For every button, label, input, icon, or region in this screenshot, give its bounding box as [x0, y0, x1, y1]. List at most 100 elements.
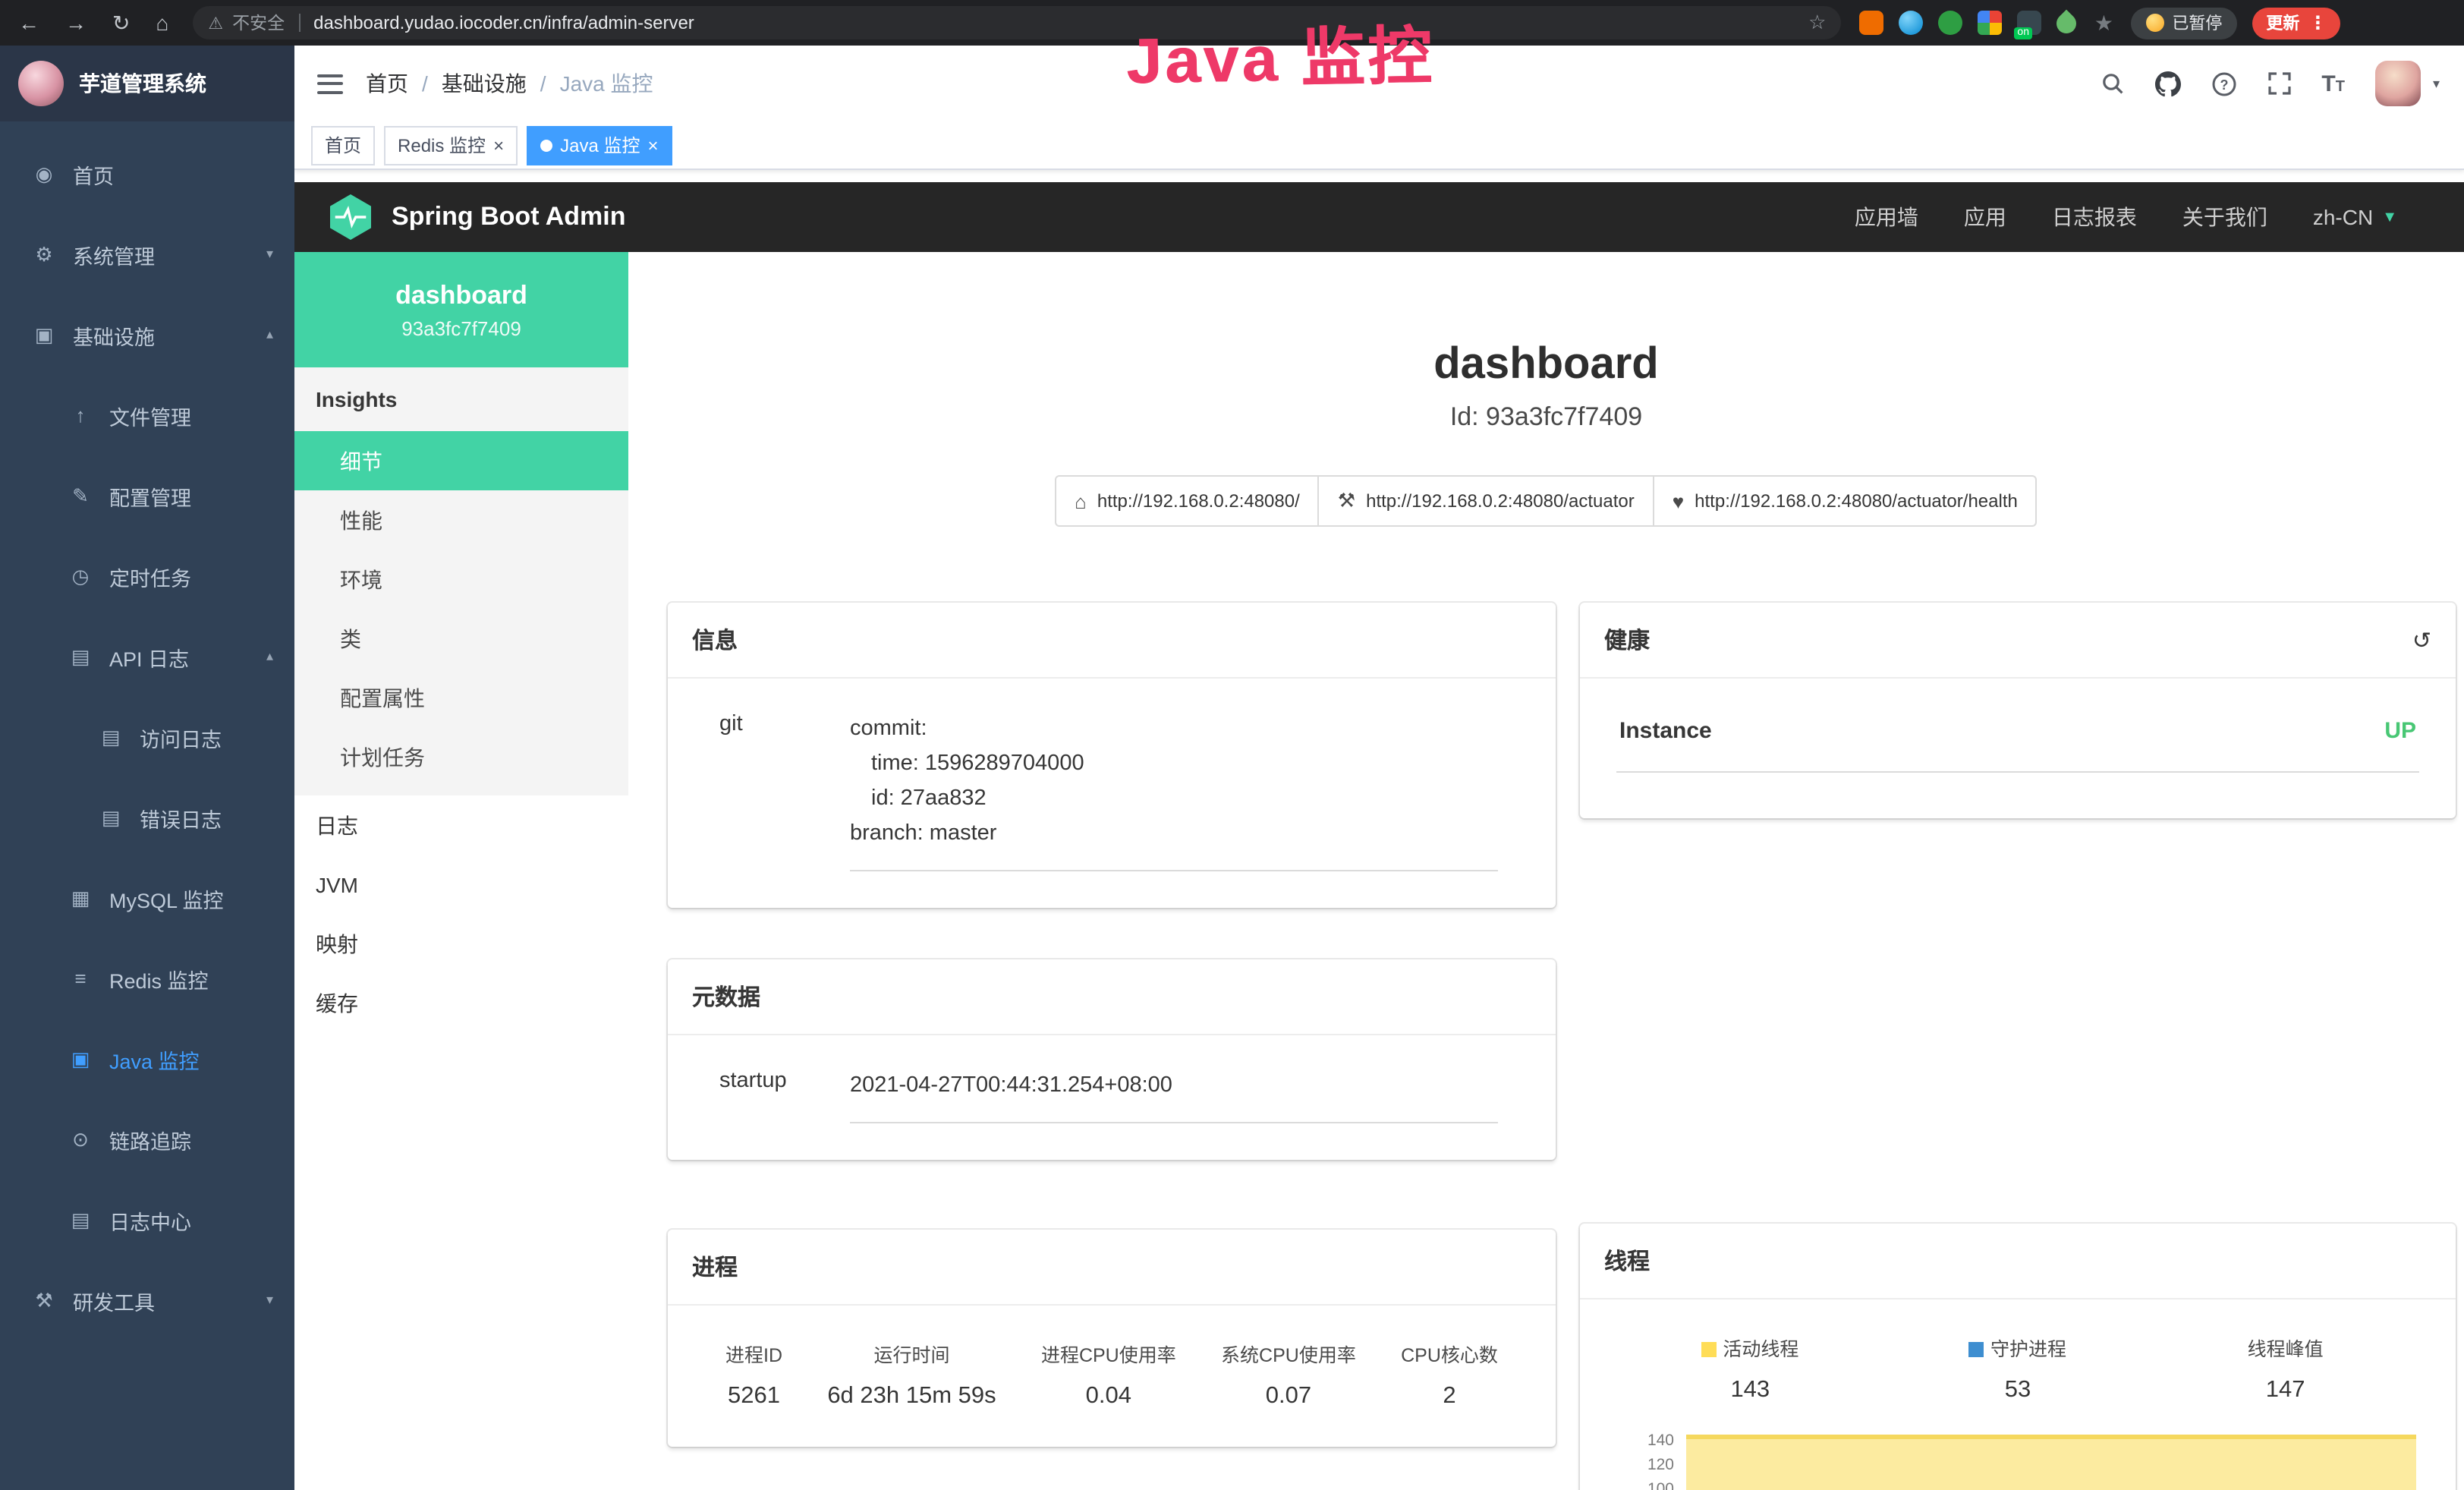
- tab-home[interactable]: 首页: [311, 125, 375, 165]
- extension-icon-grid[interactable]: [1978, 11, 2002, 35]
- cards-grid: 信息 git commit: time: 1596289704000 id: 2…: [628, 603, 2464, 1490]
- help-icon[interactable]: ?: [2211, 71, 2236, 96]
- stat-system-cpu: 系统CPU使用率0.07: [1221, 1339, 1356, 1410]
- address-bar[interactable]: ⚠ 不安全 dashboard.yudao.iocoder.cn/infra/a…: [193, 6, 1841, 39]
- tab-java-monitor[interactable]: Java 监控×: [527, 125, 672, 165]
- app-logo[interactable]: 芋道管理系统: [0, 46, 294, 121]
- extension-icon-leaf[interactable]: [2053, 9, 2081, 37]
- wrench-icon: ⚒: [1338, 489, 1355, 513]
- sidebar-item-redis[interactable]: ≡Redis 监控: [0, 938, 294, 1019]
- sba-item-jvm[interactable]: JVM: [294, 855, 628, 914]
- sba-item-details[interactable]: 细节: [294, 431, 628, 490]
- sba-item-mappings[interactable]: 映射: [294, 914, 628, 973]
- document-icon: ▤: [97, 725, 124, 749]
- security-label: 不安全: [232, 11, 285, 35]
- active-dot-icon: [540, 139, 552, 151]
- sba-item-classes[interactable]: 类: [294, 609, 628, 668]
- bookmark-star-icon[interactable]: ☆: [1808, 11, 1826, 35]
- sba-item-environment[interactable]: 环境: [294, 550, 628, 609]
- sidebar-item-api-logs[interactable]: ▤API 日志▴: [0, 616, 294, 697]
- info-card: 信息 git commit: time: 1596289704000 id: 2…: [668, 603, 1556, 908]
- breadcrumb-home[interactable]: 首页: [366, 68, 408, 99]
- close-icon[interactable]: ×: [493, 136, 504, 154]
- sba-item-scheduled-tasks[interactable]: 计划任务: [294, 727, 628, 786]
- stat-uptime: 运行时间6d 23h 15m 59s: [827, 1339, 996, 1410]
- sidebar-item-system[interactable]: ⚙系统管理▾: [0, 214, 294, 295]
- health-card-title: 健康: [1604, 624, 1650, 656]
- sidebar-item-access-log[interactable]: ▤访问日志: [0, 697, 294, 777]
- sba-app-id: 93a3fc7f7409: [401, 317, 521, 339]
- search-icon[interactable]: [2100, 71, 2124, 96]
- extension-icon-proxy[interactable]: on: [2017, 11, 2041, 35]
- sidebar-item-config[interactable]: ✎配置管理: [0, 455, 294, 536]
- sba-item-metrics[interactable]: 性能: [294, 490, 628, 550]
- update-button[interactable]: 更新 ⋮: [2252, 7, 2340, 39]
- link-health-url[interactable]: ♥http://192.168.0.2:48080/actuator/healt…: [1653, 475, 2038, 527]
- sba-item-configprops[interactable]: 配置属性: [294, 668, 628, 727]
- stat-cpu-cores: CPU核心数2: [1401, 1339, 1498, 1410]
- proxy-on-badge: on: [2014, 27, 2032, 39]
- reload-icon[interactable]: ↻: [112, 10, 130, 36]
- extension-icon-star[interactable]: ★: [2091, 11, 2116, 35]
- annotation-java-monitor: Java 监控: [1125, 5, 1435, 102]
- paused-badge[interactable]: 已暂停: [2131, 7, 2237, 39]
- sba-item-logs[interactable]: 日志: [294, 795, 628, 855]
- sidebar-item-jobs[interactable]: ◷定时任务: [0, 536, 294, 616]
- locale-select[interactable]: zh-CN ▼: [2313, 205, 2397, 229]
- chart-plot-area: [1686, 1435, 2416, 1490]
- back-icon[interactable]: ←: [18, 11, 39, 35]
- history-icon[interactable]: ↺: [2412, 626, 2431, 654]
- sba-nav-applications[interactable]: 应用: [1964, 202, 2006, 232]
- font-size-icon[interactable]: TT: [2321, 71, 2345, 96]
- sidebar-item-log-center[interactable]: ▤日志中心: [0, 1180, 294, 1260]
- sidebar-item-mysql[interactable]: ▦MySQL 监控: [0, 858, 294, 938]
- extension-icon-1[interactable]: [1859, 11, 1883, 35]
- sba-nav-journal[interactable]: 日志报表: [2052, 202, 2137, 232]
- sba-brand[interactable]: Spring Boot Admin: [294, 194, 626, 240]
- sidebar-item-java-monitor[interactable]: ▣Java 监控: [0, 1019, 294, 1099]
- sba-app-header[interactable]: dashboard 93a3fc7f7409: [294, 252, 628, 367]
- warning-icon: ⚠: [208, 13, 223, 33]
- fullscreen-icon[interactable]: [2267, 71, 2291, 96]
- sidebar-item-tracing[interactable]: ⊙链路追踪: [0, 1099, 294, 1180]
- info-value: commit: time: 1596289704000 id: 27aa832 …: [850, 712, 1498, 871]
- browser-home-icon[interactable]: ⌂: [156, 11, 168, 35]
- extension-icon-3[interactable]: [1938, 11, 1962, 35]
- sidebar-item-files[interactable]: ↑文件管理: [0, 375, 294, 455]
- hamburger-icon[interactable]: [317, 74, 343, 93]
- sidebar-item-home[interactable]: ◉首页: [0, 134, 294, 214]
- logo-image: [18, 61, 64, 106]
- sidebar-item-error-log[interactable]: ▤错误日志: [0, 777, 294, 858]
- user-avatar[interactable]: [2375, 61, 2421, 106]
- close-icon[interactable]: ×: [647, 136, 658, 154]
- sidebar-item-infra[interactable]: ▣基础设施▴: [0, 295, 294, 375]
- browser-nav-buttons: ← → ↻ ⌂: [0, 10, 193, 36]
- sba-nav-about[interactable]: 关于我们: [2182, 202, 2267, 232]
- yellow-square-icon: [1701, 1342, 1717, 1357]
- database-icon: ▦: [67, 886, 94, 910]
- health-instance-row[interactable]: Instance UP: [1616, 712, 2419, 773]
- forward-icon[interactable]: →: [65, 11, 87, 35]
- page-title: dashboard: [628, 340, 2464, 390]
- chevron-up-icon: ▴: [266, 648, 273, 665]
- link-actuator-url[interactable]: ⚒http://192.168.0.2:48080/actuator: [1318, 475, 1654, 527]
- home-icon: ⌂: [1075, 490, 1087, 512]
- metadata-card: 元数据 startup 2021-04-27T00:44:31.254+08:0…: [668, 959, 1556, 1160]
- y-axis-ticks: 140 120 100: [1616, 1429, 1674, 1490]
- stat-pid: 进程ID5261: [725, 1339, 782, 1410]
- document-icon: ▤: [67, 644, 94, 669]
- tab-redis-monitor[interactable]: Redis 监控×: [384, 125, 518, 165]
- github-icon[interactable]: [2154, 71, 2180, 96]
- breadcrumb-infra[interactable]: 基础设施: [442, 68, 527, 99]
- url-text: dashboard.yudao.iocoder.cn/infra/admin-s…: [313, 12, 694, 33]
- process-stats: 进程ID5261 运行时间6d 23h 15m 59s 进程CPU使用率0.04…: [704, 1339, 1519, 1410]
- sidebar-item-dev-tools[interactable]: ⚒研发工具▾: [0, 1260, 294, 1340]
- link-root-url[interactable]: ⌂http://192.168.0.2:48080/: [1055, 475, 1320, 527]
- avatar-caret-icon[interactable]: ▾: [2433, 75, 2440, 92]
- sba-item-caches[interactable]: 缓存: [294, 973, 628, 1032]
- process-card-title: 进程: [692, 1251, 738, 1283]
- sba-nav-wallboard[interactable]: 应用墙: [1855, 202, 1918, 232]
- extension-icon-2[interactable]: [1899, 11, 1923, 35]
- kebab-menu-icon[interactable]: ⋮: [2308, 12, 2327, 33]
- legend-daemon-threads: 守护进程 53: [1884, 1333, 2152, 1404]
